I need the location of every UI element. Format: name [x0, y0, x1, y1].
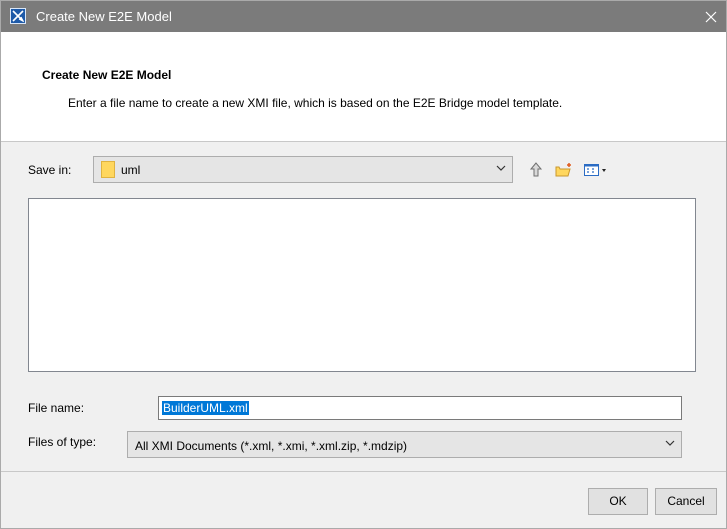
- chevron-down-icon: [665, 440, 675, 446]
- divider: [1, 471, 726, 472]
- chevron-down-icon: [496, 165, 506, 171]
- close-icon: [705, 11, 717, 22]
- file-name-label: File name:: [28, 401, 85, 415]
- header-title: Create New E2E Model: [42, 68, 172, 82]
- file-list[interactable]: [28, 198, 696, 372]
- file-name-value: BuilderUML.xml: [162, 401, 249, 415]
- window-title: Create New E2E Model: [36, 9, 172, 24]
- save-in-dropdown[interactable]: uml: [93, 156, 513, 183]
- view-menu-icon[interactable]: [583, 161, 611, 179]
- files-of-type-label: Files of type:: [28, 435, 97, 449]
- header-panel: Create New E2E Model Enter a file name t…: [1, 32, 726, 142]
- title-bar[interactable]: Create New E2E Model: [1, 1, 726, 32]
- up-folder-icon[interactable]: [527, 161, 547, 179]
- files-of-type-value: All XMI Documents (*.xml, *.xmi, *.xml.z…: [135, 439, 408, 453]
- cancel-button[interactable]: Cancel: [655, 488, 717, 515]
- folder-icon: [101, 161, 115, 178]
- file-name-input[interactable]: BuilderUML.xml: [158, 396, 682, 420]
- files-of-type-dropdown[interactable]: All XMI Documents (*.xml, *.xmi, *.xml.z…: [127, 431, 682, 458]
- create-e2e-model-dialog: Create New E2E Model Create New E2E Mode…: [0, 0, 727, 529]
- header-description: Enter a file name to create a new XMI fi…: [68, 96, 563, 110]
- app-icon: [10, 8, 26, 24]
- ok-button[interactable]: OK: [588, 488, 648, 515]
- save-in-label: Save in:: [28, 163, 72, 177]
- save-in-value: uml: [121, 163, 141, 177]
- new-folder-icon[interactable]: [554, 161, 574, 179]
- close-button[interactable]: [696, 1, 726, 32]
